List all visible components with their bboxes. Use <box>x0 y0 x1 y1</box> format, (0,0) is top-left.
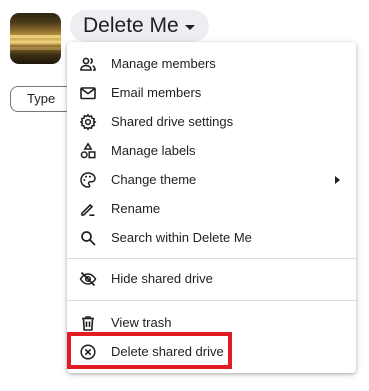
menu-item-label: Change theme <box>111 172 197 187</box>
menu-item-label: Hide shared drive <box>111 271 213 286</box>
menu-item-email-members[interactable]: Email members <box>67 78 356 107</box>
drive-name-dropdown-button[interactable]: Delete Me <box>70 10 209 42</box>
menu-item-label: Shared drive settings <box>111 114 234 129</box>
drive-context-menu: Manage members Email members Shared driv… <box>67 42 356 373</box>
menu-item-delete-shared-drive[interactable]: Delete shared drive <box>67 337 356 366</box>
gear-icon <box>79 113 97 131</box>
menu-item-manage-labels[interactable]: Manage labels <box>67 136 356 165</box>
menu-item-label: View trash <box>111 315 172 330</box>
menu-item-view-trash[interactable]: View trash <box>67 308 356 337</box>
menu-item-label: Manage members <box>111 56 216 71</box>
trash-icon <box>79 314 97 332</box>
menu-item-manage-members[interactable]: Manage members <box>67 49 356 78</box>
menu-item-label: Rename <box>111 201 161 216</box>
menu-item-label: Email members <box>111 85 202 100</box>
menu-item-search-within[interactable]: Search within Delete Me <box>67 223 356 252</box>
caret-down-icon <box>184 24 195 30</box>
people-icon <box>79 55 97 73</box>
shapes-icon <box>79 141 97 160</box>
pencil-icon <box>79 200 97 218</box>
menu-item-hide-shared-drive[interactable]: Hide shared drive <box>67 264 356 293</box>
circle-x-icon <box>79 343 97 361</box>
eye-off-icon <box>79 270 97 288</box>
menu-item-label: Delete shared drive <box>111 344 224 359</box>
menu-item-change-theme[interactable]: Change theme <box>67 165 356 194</box>
mail-icon <box>79 84 97 102</box>
chevron-right-icon <box>335 175 340 184</box>
palette-icon <box>79 171 97 189</box>
menu-item-shared-drive-settings[interactable]: Shared drive settings <box>67 107 356 136</box>
menu-divider <box>67 258 356 259</box>
drive-thumbnail <box>10 13 61 64</box>
menu-item-label: Manage labels <box>111 143 196 158</box>
menu-item-rename[interactable]: Rename <box>67 194 356 223</box>
menu-item-label: Search within Delete Me <box>111 230 252 245</box>
drive-name-label: Delete Me <box>83 14 179 37</box>
search-icon <box>79 229 97 247</box>
menu-divider <box>67 300 356 301</box>
